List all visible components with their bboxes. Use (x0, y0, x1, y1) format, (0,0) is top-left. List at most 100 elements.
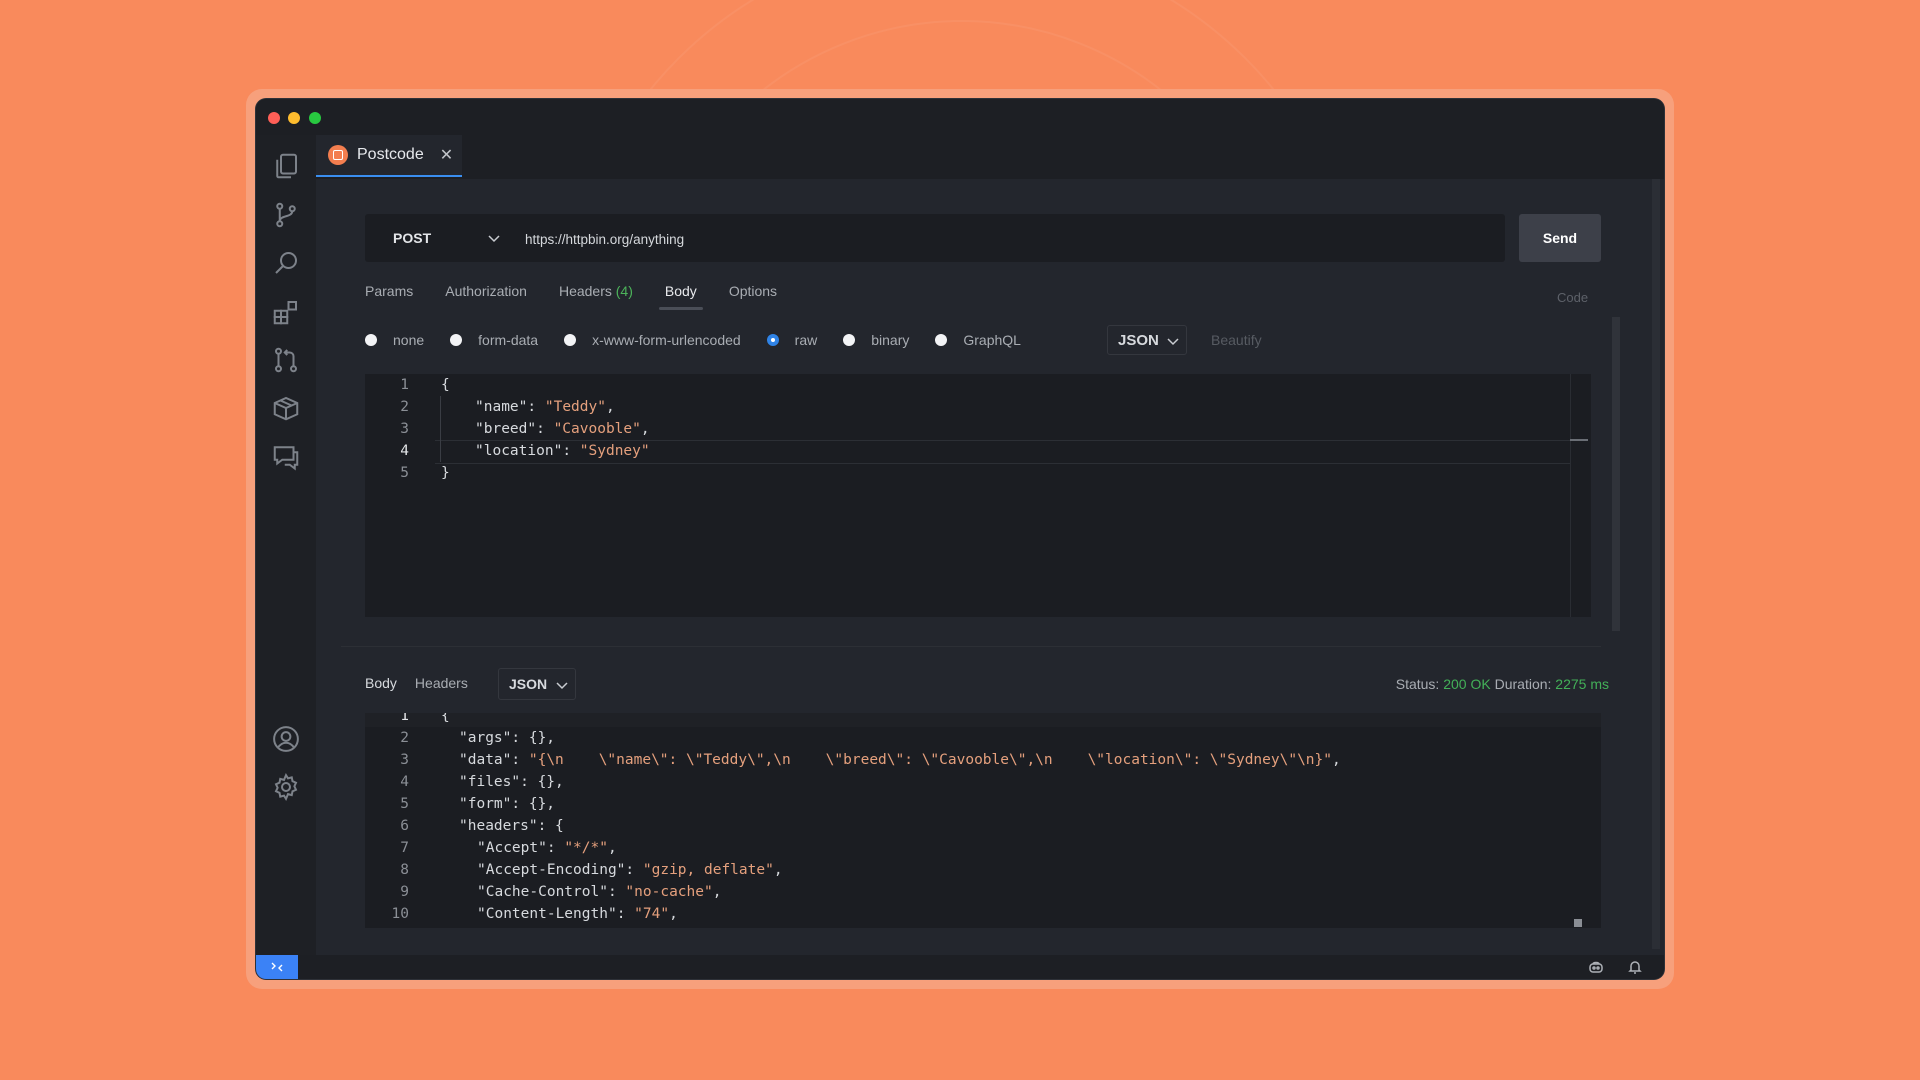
line-number: 1 (400, 713, 409, 724)
radio-binary[interactable]: binary (843, 332, 909, 348)
radio-circle[interactable] (935, 334, 948, 346)
panel-divider[interactable] (341, 646, 1601, 647)
code-line: 8 "Accept-Encoding": "gzip, deflate", (365, 859, 1601, 881)
radio-circle-selected[interactable] (766, 334, 779, 346)
editor-scrollbar[interactable] (1612, 317, 1620, 631)
code-line: 4 "location": "Sydney" (365, 440, 1591, 462)
response-tab-body[interactable]: Body (365, 675, 397, 691)
radio-circle[interactable] (843, 334, 856, 346)
tab-authorization[interactable]: Authorization (445, 283, 527, 313)
copilot-icon[interactable] (1588, 959, 1604, 975)
remote-icon[interactable] (256, 955, 298, 979)
status-value: 200 OK (1443, 676, 1491, 692)
json-string: "no-cache" (625, 884, 713, 900)
tab-options[interactable]: Options (729, 283, 777, 313)
account-icon[interactable] (270, 723, 302, 755)
bell-icon[interactable] (1627, 959, 1643, 975)
code-link[interactable]: Code (1557, 290, 1588, 305)
tab-body[interactable]: Body (658, 283, 703, 313)
title-bar (256, 99, 1664, 135)
status-bar (256, 955, 1664, 979)
body-format-select[interactable]: JSON (1107, 325, 1187, 355)
json-key: "location" (475, 443, 563, 459)
tab-headers[interactable]: Headers (4) (559, 283, 633, 313)
status-label: Status: (1395, 676, 1440, 692)
json-string: "Sydney" (579, 443, 650, 459)
json-key: "Accept" (477, 840, 547, 856)
line-number: 8 (400, 862, 409, 878)
minimize-window-button[interactable] (288, 112, 300, 124)
radio-label: GraphQL (963, 332, 1021, 348)
line-number: 2 (400, 730, 409, 746)
radio-circle[interactable] (450, 334, 463, 346)
json-key: "form" (459, 796, 512, 812)
punct: , (605, 399, 615, 415)
line-number: 1 (400, 377, 409, 393)
line-number: 3 (400, 752, 409, 768)
headers-count-badge: (4) (615, 283, 633, 299)
line-number: 4 (400, 443, 409, 459)
request-body-editor[interactable]: 1 { 2 "name": "Teddy", 3 "breed": "Cavoo… (365, 374, 1591, 617)
close-window-button[interactable] (268, 112, 280, 124)
settings-icon[interactable] (270, 771, 302, 803)
response-body-viewer[interactable]: 1 { 2 "args": {}, 3 "data": "{\n \"name\… (365, 713, 1601, 928)
code-line: 1 { (365, 713, 1601, 727)
search-icon[interactable] (270, 247, 302, 279)
response-tab-headers[interactable]: Headers (415, 675, 468, 691)
code-line: 2 "args": {}, (365, 727, 1601, 749)
punct: , (712, 884, 722, 900)
remote-arrows-icon (271, 962, 283, 972)
comments-icon[interactable] (270, 440, 302, 472)
source-control-icon[interactable] (270, 199, 302, 231)
punct: : {}, (511, 796, 556, 812)
radio-raw[interactable]: raw (766, 332, 817, 348)
response-format-select[interactable]: JSON (498, 668, 576, 700)
method-label: POST (393, 230, 432, 246)
extensions-icon[interactable] (270, 296, 302, 328)
close-tab-icon[interactable]: ✕ (440, 145, 453, 165)
tab-bar (316, 135, 1664, 179)
tab-postcode[interactable]: Postcode ✕ (316, 135, 462, 177)
code-text: } (441, 465, 450, 481)
radio-none[interactable]: none (365, 332, 424, 348)
pull-request-icon[interactable] (270, 344, 302, 376)
radio-form-data[interactable]: form-data (450, 332, 538, 348)
url-input[interactable] (523, 224, 1487, 254)
code-line: 7 "Accept": "*/*", (365, 837, 1601, 859)
radio-circle[interactable] (564, 334, 577, 346)
radio-circle[interactable] (365, 334, 377, 346)
punct: , (669, 906, 678, 922)
tab-params[interactable]: Params (365, 283, 413, 313)
json-string: "{\n \"name\": \"Teddy\",\n \"breed\": \… (528, 752, 1332, 768)
chevron-down-icon (1167, 338, 1179, 346)
radio-label: x-www-form-urlencoded (592, 332, 741, 348)
line-number: 9 (400, 884, 409, 900)
response-tabs: Body Headers (365, 675, 486, 691)
radio-label: binary (871, 332, 910, 348)
radio-label: none (393, 332, 425, 348)
code-line: 10 "Content-Length": "74", (365, 903, 1601, 925)
line-number: 2 (400, 399, 409, 415)
radio-graphql[interactable]: GraphQL (935, 332, 1021, 348)
method-select[interactable]: POST (365, 214, 500, 262)
package-icon[interactable] (270, 392, 302, 424)
json-string: "Cavooble" (553, 421, 641, 437)
response-status: Status: 200 OK Duration: 2275 ms (1396, 676, 1609, 692)
code-line: 9 "Cache-Control": "no-cache", (365, 881, 1601, 903)
punct: : (616, 906, 635, 922)
json-string: "*/*" (564, 840, 608, 856)
panel-scrollbar[interactable] (1652, 179, 1660, 949)
json-key: "Content-Length" (477, 906, 617, 922)
line-number: 10 (391, 906, 409, 922)
tab-label: Params (365, 283, 414, 299)
files-icon[interactable] (270, 150, 302, 182)
punct: : (625, 862, 643, 878)
json-key: "breed" (475, 421, 537, 437)
punct: , (1332, 752, 1341, 768)
json-key: "Accept-Encoding" (477, 862, 626, 878)
send-button[interactable]: Send (1519, 214, 1601, 262)
beautify-button[interactable]: Beautify (1211, 332, 1262, 348)
radio-x-www-form-urlencoded[interactable]: x-www-form-urlencoded (564, 332, 741, 348)
maximize-window-button[interactable] (309, 112, 321, 124)
line-number: 7 (400, 840, 409, 856)
